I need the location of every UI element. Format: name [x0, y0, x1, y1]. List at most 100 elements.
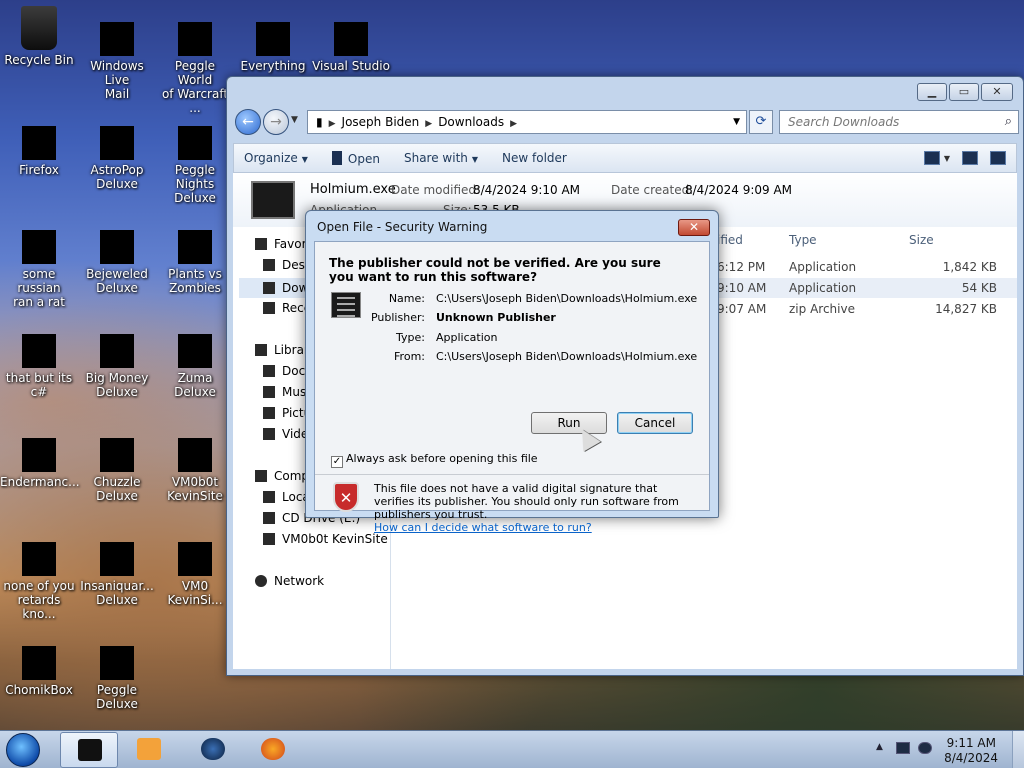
- views-icon[interactable]: [923, 151, 940, 165]
- date-created-value: 8/4/2024 9:09 AM: [685, 183, 793, 197]
- nav-videos[interactable]: Vide: [263, 427, 308, 441]
- recent-pages-dropdown[interactable]: ▼: [291, 115, 298, 125]
- address-bar[interactable]: ▮ ▶ Joseph Biden ▶ Downloads ▶ ▼: [307, 110, 747, 134]
- always-ask-checkbox[interactable]: ✓ Always ask before opening this file: [331, 452, 538, 468]
- search-input[interactable]: Search Downloads ⌕: [779, 110, 1019, 134]
- desktop-icon-insaniquarium[interactable]: Insaniquar... Deluxe: [78, 542, 156, 607]
- file-icon: [22, 230, 56, 264]
- maximize-button[interactable]: ▭: [949, 83, 979, 101]
- taskbar-globe-button[interactable]: [184, 732, 242, 768]
- app-icon: [22, 646, 56, 680]
- system-tray: ▲ 9:11 AM 8/4/2024: [864, 731, 1024, 768]
- desktop-icon-some-russian[interactable]: some russian ran a rat: [0, 230, 78, 309]
- dialog-close-button[interactable]: ✕: [678, 219, 710, 236]
- nav-vm0b0t[interactable]: VM0b0t KevinSite: [263, 532, 388, 546]
- volume-tray-icon[interactable]: [918, 742, 932, 754]
- desktop-icon-recycle-bin[interactable]: Recycle Bin: [0, 6, 78, 67]
- desktop-icon-peggle-world[interactable]: Peggle World of Warcraft ...: [156, 22, 234, 115]
- network-tray-icon[interactable]: [896, 742, 910, 754]
- folder-icon: ▮: [316, 115, 323, 129]
- nav-music[interactable]: Mus: [263, 385, 306, 399]
- desktop-icon-astropop[interactable]: AstroPop Deluxe: [78, 126, 156, 191]
- desktop-icon-everything[interactable]: Everything: [234, 22, 312, 73]
- desktop-icon-peggle-deluxe[interactable]: Peggle Deluxe: [78, 646, 156, 711]
- nav-favorites[interactable]: Favori: [255, 237, 310, 251]
- navigation-bar: ← → ▼ ▮ ▶ Joseph Biden ▶ Downloads ▶ ▼ ⟳ Sear…: [233, 107, 1019, 135]
- breadcrumb-downloads[interactable]: Downloads: [438, 115, 504, 129]
- column-header-type[interactable]: Type: [789, 233, 817, 247]
- run-button[interactable]: Run: [531, 412, 607, 434]
- nav-pictures[interactable]: Pictu: [263, 406, 311, 420]
- nav-recent[interactable]: Rece: [263, 301, 311, 315]
- date-modified-label: Date modified:: [391, 183, 481, 197]
- desktop-icon-vm0-kevinsite[interactable]: VM0 KevinSi...: [156, 542, 234, 607]
- taskbar-media-player-button[interactable]: [120, 732, 178, 768]
- column-header-date-modified[interactable]: ified: [717, 233, 743, 247]
- start-button[interactable]: [6, 733, 40, 767]
- game-icon: [100, 230, 134, 264]
- nav-network[interactable]: Network: [255, 574, 324, 588]
- desktop-icon-firefox[interactable]: Firefox: [0, 126, 78, 177]
- from-value: C:\Users\Joseph Biden\Downloads\Holmium.…: [436, 350, 698, 363]
- shield-warning-icon: ✕: [333, 482, 359, 512]
- desktop-icon-plants-vs-zombies[interactable]: Plants vs Zombies: [156, 230, 234, 295]
- new-folder-button[interactable]: New folder: [492, 151, 581, 165]
- type-value: Application: [436, 331, 498, 344]
- recycle-bin-icon: [21, 6, 57, 50]
- organize-button[interactable]: Organize ▼: [234, 151, 322, 165]
- desktop-icon-bejeweled[interactable]: Bejeweled Deluxe: [78, 230, 156, 295]
- breadcrumb-user[interactable]: Joseph Biden: [342, 115, 420, 129]
- taskbar-explorer-button[interactable]: [60, 732, 118, 768]
- nav-computer[interactable]: Comp: [255, 469, 309, 483]
- chevron-down-icon[interactable]: ▼: [733, 111, 740, 133]
- forward-button[interactable]: →: [263, 109, 289, 135]
- cd-drive-icon: [263, 512, 275, 524]
- desktop-icon-none-of-you[interactable]: none of you retards kno...: [0, 542, 78, 621]
- desktop-icon-windows-live-mail[interactable]: Windows Live Mail: [78, 22, 156, 101]
- clock-time[interactable]: 9:11 AM: [947, 736, 996, 750]
- column-header-size[interactable]: Size: [909, 233, 934, 247]
- open-button[interactable]: Open: [322, 150, 394, 166]
- taskbar: ▲ 9:11 AM 8/4/2024: [0, 730, 1024, 768]
- desktop-icon-visual-studio[interactable]: Visual Studio: [312, 22, 390, 73]
- clock-date[interactable]: 8/4/2024: [944, 751, 998, 765]
- minimize-button[interactable]: ▁: [917, 83, 947, 101]
- search-icon: ⌕: [1004, 114, 1012, 129]
- downloads-icon: [263, 282, 275, 294]
- desktop-icon-big-money[interactable]: Big Money Deluxe: [78, 334, 156, 399]
- dialog-headline: The publisher could not be verified. Are…: [329, 256, 661, 284]
- publisher-label: Publisher:: [370, 311, 425, 324]
- game-icon: [100, 438, 134, 472]
- share-with-button[interactable]: Share with ▼: [394, 151, 492, 165]
- preview-pane-icon[interactable]: [962, 151, 978, 165]
- chevron-up-icon[interactable]: ▲: [876, 742, 883, 752]
- recent-icon: [263, 302, 275, 314]
- taskbar-firefox-button[interactable]: [244, 732, 302, 768]
- cancel-button[interactable]: Cancel: [617, 412, 693, 434]
- game-icon: [178, 126, 212, 160]
- desktop-icon-peggle-nights[interactable]: Peggle Nights Deluxe: [156, 126, 234, 205]
- pictures-icon: [263, 407, 275, 419]
- desktop-icon-that-but-its-c[interactable]: that but its c#: [0, 334, 78, 399]
- app-icon: [178, 542, 212, 576]
- desktop-icon-vm0b0t-kevinsite[interactable]: VM0b0t KevinSite: [156, 438, 234, 503]
- nav-libraries[interactable]: Librari: [255, 343, 312, 357]
- close-button[interactable]: ✕: [981, 83, 1013, 101]
- firefox-icon: [261, 738, 285, 760]
- refresh-button[interactable]: ⟳: [749, 110, 773, 134]
- help-link[interactable]: How can I decide what software to run?: [374, 521, 592, 534]
- app-icon: [178, 438, 212, 472]
- help-icon[interactable]: [990, 151, 1006, 165]
- show-desktop-button[interactable]: [1012, 731, 1024, 768]
- app-icon: [22, 438, 56, 472]
- back-button[interactable]: ←: [235, 109, 261, 135]
- music-icon: [263, 386, 275, 398]
- nav-local-disk[interactable]: Loca: [263, 490, 310, 504]
- desktop-icon-chomikbox[interactable]: ChomikBox: [0, 646, 78, 697]
- chevron-down-icon[interactable]: ▼: [944, 154, 950, 163]
- desktop-icon-chuzzle[interactable]: Chuzzle Deluxe: [78, 438, 156, 503]
- desktop-icon-zuma-deluxe[interactable]: Zuma Deluxe: [156, 334, 234, 399]
- desktop-icon-endermanc[interactable]: Endermanc...: [0, 438, 80, 489]
- drive-icon: [263, 491, 275, 503]
- nav-documents[interactable]: Doc: [263, 364, 305, 378]
